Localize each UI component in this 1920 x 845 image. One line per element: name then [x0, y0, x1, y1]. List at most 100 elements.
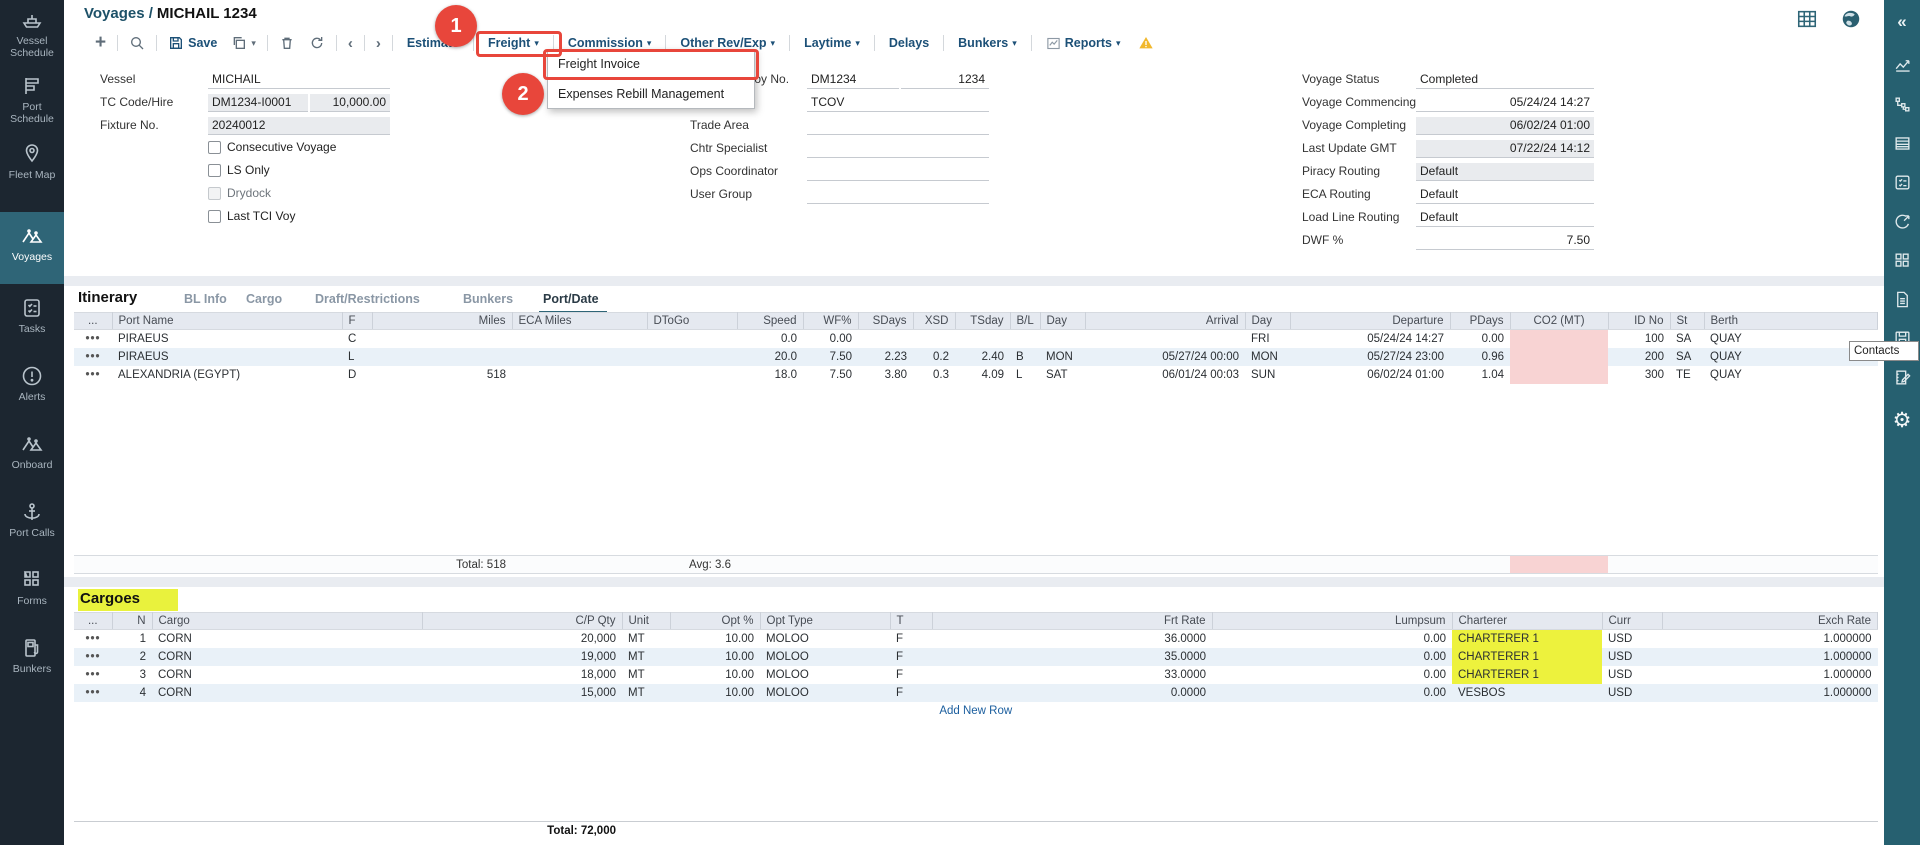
- user-group-field[interactable]: [807, 186, 989, 204]
- opr-type-field[interactable]: TCOV: [807, 94, 989, 112]
- row-menu-button[interactable]: •••: [74, 630, 112, 648]
- voyage-status-field[interactable]: Completed: [1416, 71, 1594, 89]
- last-update-gmt-field[interactable]: 07/22/24 14:12: [1416, 140, 1594, 158]
- sidebar-item-fleet-map[interactable]: Fleet Map: [0, 142, 64, 181]
- column-header[interactable]: Berth: [1704, 313, 1878, 330]
- cell[interactable]: MON: [1040, 348, 1085, 366]
- tc-hire-field[interactable]: 10,000.00: [310, 94, 390, 112]
- cell[interactable]: [955, 330, 1010, 348]
- cell[interactable]: 18.0: [737, 366, 803, 384]
- tab-draft-restrictions[interactable]: Draft/Restrictions: [315, 292, 420, 306]
- cell[interactable]: [647, 330, 737, 348]
- column-header[interactable]: T: [890, 613, 932, 630]
- column-header[interactable]: ...: [74, 613, 112, 630]
- column-header[interactable]: Opt Type: [760, 613, 890, 630]
- cell[interactable]: [1510, 348, 1608, 366]
- column-header[interactable]: ...: [74, 313, 112, 330]
- cell[interactable]: TE: [1670, 366, 1704, 384]
- row-menu-button[interactable]: •••: [74, 648, 112, 666]
- cell[interactable]: SUN: [1245, 366, 1290, 384]
- column-header[interactable]: Curr: [1602, 613, 1662, 630]
- column-header[interactable]: Lumpsum: [1212, 613, 1452, 630]
- sidebar-item-vessel-schedule[interactable]: Vessel Schedule: [0, 8, 64, 59]
- checklist-icon[interactable]: [1884, 173, 1920, 192]
- cell[interactable]: [512, 330, 647, 348]
- cell[interactable]: 10.00: [670, 648, 760, 666]
- add-button[interactable]: +: [95, 35, 106, 51]
- voyage-commencing-field[interactable]: 05/24/24 14:27: [1416, 94, 1594, 112]
- sidebar-item-port-schedule[interactable]: Port Schedule: [0, 74, 64, 125]
- cell[interactable]: CHARTERER 1: [1452, 630, 1602, 648]
- sidebar-item-voyages[interactable]: Voyages: [0, 212, 64, 284]
- cell[interactable]: MOLOO: [760, 684, 890, 702]
- menu-item-expenses-rebill[interactable]: Expenses Rebill Management: [548, 79, 754, 108]
- cell[interactable]: USD: [1602, 666, 1662, 684]
- ops-coordinator-field[interactable]: [807, 163, 989, 181]
- cell[interactable]: [1010, 330, 1040, 348]
- sidebar-item-bunkers[interactable]: Bunkers: [0, 636, 64, 675]
- cell[interactable]: PIRAEUS: [112, 348, 342, 366]
- cell[interactable]: L: [1010, 366, 1040, 384]
- grid-view-icon[interactable]: [1796, 8, 1818, 30]
- row-menu-button[interactable]: •••: [74, 666, 112, 684]
- cell[interactable]: 0.96: [1450, 348, 1510, 366]
- cell[interactable]: 18,000: [422, 666, 622, 684]
- cell[interactable]: [512, 366, 647, 384]
- tab-bunkers[interactable]: Bunkers: [463, 292, 513, 306]
- column-header[interactable]: Cargo: [152, 613, 422, 630]
- cell[interactable]: 0.3: [913, 366, 955, 384]
- cell[interactable]: 15,000: [422, 684, 622, 702]
- cell[interactable]: CORN: [152, 666, 422, 684]
- cell[interactable]: 0.00: [803, 330, 858, 348]
- column-header[interactable]: Miles: [372, 313, 512, 330]
- cell[interactable]: 1.000000: [1662, 684, 1878, 702]
- menu-other-rev-exp[interactable]: Other Rev/Exp▾: [680, 36, 775, 50]
- next-button[interactable]: ›: [376, 35, 381, 52]
- cell[interactable]: 06/02/24 01:00: [1290, 366, 1450, 384]
- cell[interactable]: F: [890, 648, 932, 666]
- cell[interactable]: [1040, 330, 1085, 348]
- prev-button[interactable]: ‹: [348, 35, 353, 52]
- cell[interactable]: 05/27/24 00:00: [1085, 348, 1245, 366]
- table-icon[interactable]: [1884, 134, 1920, 153]
- cell[interactable]: 2: [112, 648, 152, 666]
- fixture-no-field[interactable]: 20240012: [208, 117, 390, 135]
- cell[interactable]: C: [342, 330, 372, 348]
- gauge-icon[interactable]: [1884, 212, 1920, 231]
- cell[interactable]: 4: [112, 684, 152, 702]
- cell[interactable]: 0.00: [1212, 684, 1452, 702]
- cell[interactable]: 20.0: [737, 348, 803, 366]
- eca-routing-field[interactable]: Default: [1416, 186, 1594, 204]
- voyage-completing-field[interactable]: 06/02/24 01:00: [1416, 117, 1594, 135]
- settings-gear-icon[interactable]: ⚙: [1884, 408, 1920, 433]
- row-menu-button[interactable]: •••: [74, 330, 112, 348]
- column-header[interactable]: Exch Rate: [1662, 613, 1878, 630]
- cell[interactable]: MOLOO: [760, 648, 890, 666]
- last-tci-voy-checkbox[interactable]: Last TCI Voy: [208, 209, 295, 223]
- cell[interactable]: 20,000: [422, 630, 622, 648]
- row-menu-button[interactable]: •••: [74, 366, 112, 384]
- delete-icon[interactable]: [279, 35, 295, 51]
- notebook-edit-icon[interactable]: [1884, 368, 1920, 387]
- cell[interactable]: USD: [1602, 630, 1662, 648]
- voy-no2-field[interactable]: 1234: [901, 71, 989, 89]
- column-header[interactable]: Unit: [622, 613, 670, 630]
- cell[interactable]: MOLOO: [760, 666, 890, 684]
- cell[interactable]: 200: [1608, 348, 1670, 366]
- tab-port-date[interactable]: Port/Date: [543, 292, 599, 306]
- menu-delays[interactable]: Delays: [889, 36, 929, 50]
- menu-commission[interactable]: Commission▾: [568, 36, 652, 50]
- analytics-icon[interactable]: [1884, 56, 1920, 75]
- chtr-specialist-field[interactable]: [807, 140, 989, 158]
- sidebar-item-onboard[interactable]: Onboard: [0, 432, 64, 471]
- cell[interactable]: [1510, 330, 1608, 348]
- menu-laytime[interactable]: Laytime▾: [804, 36, 860, 50]
- menu-bunkers[interactable]: Bunkers▾: [958, 36, 1017, 50]
- document-icon[interactable]: [1884, 290, 1920, 309]
- column-header[interactable]: Departure: [1290, 313, 1450, 330]
- column-header[interactable]: Frt Rate: [932, 613, 1212, 630]
- cell[interactable]: MON: [1245, 348, 1290, 366]
- tab-bl-info[interactable]: BL Info: [184, 292, 227, 306]
- load-line-routing-field[interactable]: Default: [1416, 209, 1594, 227]
- cell[interactable]: 100: [1608, 330, 1670, 348]
